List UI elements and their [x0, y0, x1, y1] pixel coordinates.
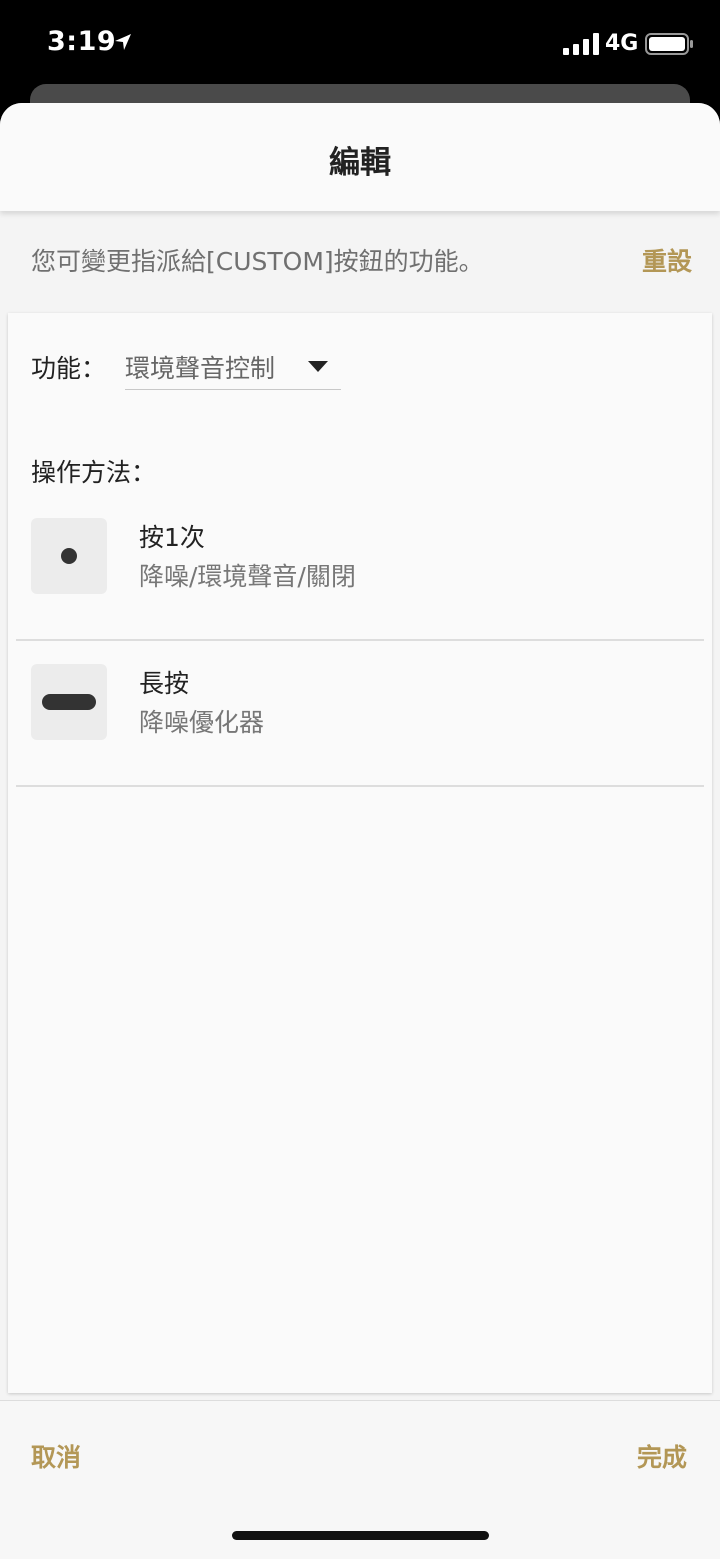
network-type-label: 4G	[605, 31, 639, 56]
cellular-signal-icon	[563, 33, 599, 55]
sheet-header: 編輯	[0, 103, 720, 211]
edit-sheet: 編輯 您可變更指派給[CUSTOM]按鈕的功能。 重設 功能： 環境聲音控制 操…	[0, 103, 720, 1559]
operation-item-single-press[interactable]: 按1次 降噪/環境聲音/關閉	[16, 494, 704, 641]
status-bar: 3:19 4G	[0, 0, 720, 84]
operation-value: 降噪/環境聲音/關閉	[139, 562, 356, 591]
caret-down-icon	[308, 361, 328, 372]
operation-item-long-press[interactable]: 長按 降噪優化器	[16, 640, 704, 787]
operation-title: 按1次	[139, 523, 205, 552]
status-time: 3:19	[47, 26, 117, 57]
single-press-icon-box	[31, 518, 107, 594]
page-title: 編輯	[329, 145, 391, 181]
function-dropdown[interactable]: 環境聲音控制	[125, 341, 341, 390]
long-press-icon-box	[31, 664, 107, 740]
cancel-button[interactable]: 取消	[31, 1438, 81, 1474]
single-press-dot-icon	[61, 548, 77, 564]
operation-value: 降噪優化器	[139, 708, 265, 737]
settings-card: 功能： 環境聲音控制 操作方法： 按1次 降噪/環境聲音/關閉 長按 降噪優化器	[8, 313, 712, 1393]
operation-method-label: 操作方法：	[31, 458, 157, 487]
battery-icon	[645, 33, 693, 55]
function-selected-value: 環境聲音控制	[125, 354, 276, 383]
function-label: 功能：	[31, 354, 107, 383]
long-press-bar-icon	[42, 694, 96, 710]
footer-bar: 取消 完成	[0, 1400, 720, 1559]
done-button[interactable]: 完成	[637, 1438, 687, 1474]
description-text: 您可變更指派給[CUSTOM]按鈕的功能。	[31, 247, 484, 276]
reset-button[interactable]: 重設	[642, 242, 692, 278]
home-indicator[interactable]	[232, 1531, 489, 1540]
operation-title: 長按	[139, 669, 190, 698]
location-arrow-icon	[115, 34, 131, 50]
